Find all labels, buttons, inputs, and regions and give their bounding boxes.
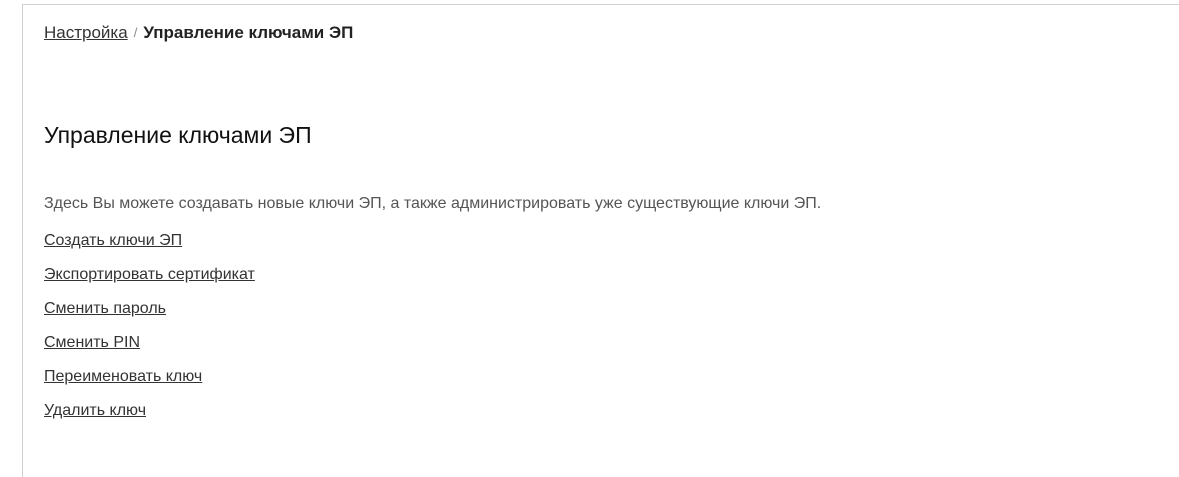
page-title: Управление ключами ЭП <box>44 122 312 148</box>
change-password-link[interactable]: Сменить пароль <box>44 300 166 317</box>
list-item: Удалить ключ <box>44 401 255 435</box>
actions-list: Создать ключи ЭП Экспортировать сертифик… <box>44 231 255 435</box>
delete-key-link[interactable]: Удалить ключ <box>44 402 146 419</box>
rename-key-link[interactable]: Переименовать ключ <box>44 368 202 385</box>
breadcrumb-link-settings[interactable]: Настройка <box>44 23 128 42</box>
export-certificate-link[interactable]: Экспортировать сертификат <box>44 266 255 283</box>
list-item: Сменить пароль <box>44 299 255 333</box>
breadcrumb: Настройка / Управление ключами ЭП <box>44 22 353 45</box>
breadcrumb-separator: / <box>133 25 138 40</box>
breadcrumb-current: Управление ключами ЭП <box>143 23 354 42</box>
change-pin-link[interactable]: Сменить PIN <box>44 334 140 351</box>
list-item: Экспортировать сертификат <box>44 265 255 299</box>
list-item: Переименовать ключ <box>44 367 255 401</box>
create-keys-link[interactable]: Создать ключи ЭП <box>44 232 182 249</box>
list-item: Создать ключи ЭП <box>44 231 255 265</box>
list-item: Сменить PIN <box>44 333 255 367</box>
page-description: Здесь Вы можете создавать новые ключи ЭП… <box>44 195 822 212</box>
